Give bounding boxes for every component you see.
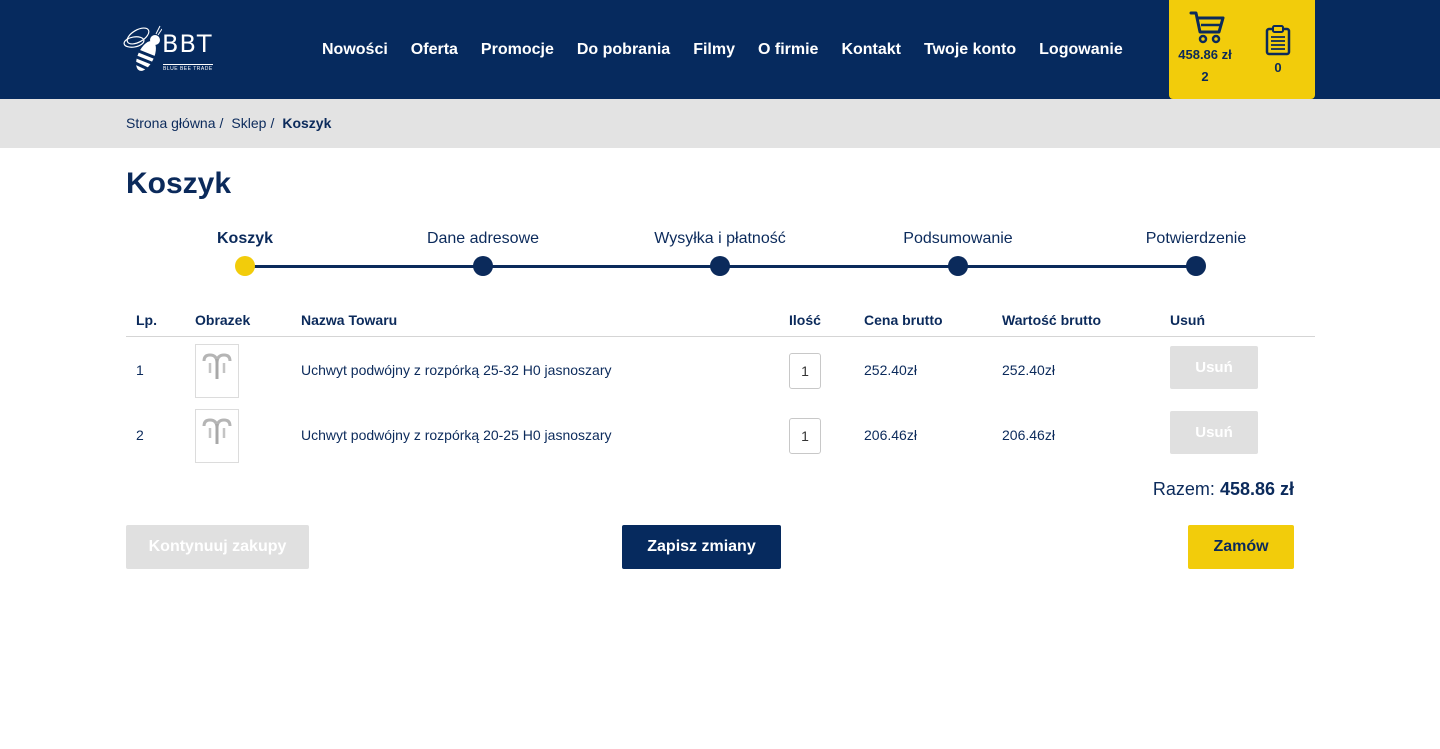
breadcrumb-home[interactable]: Strona główna bbox=[126, 115, 216, 131]
breadcrumb-shop[interactable]: Sklep bbox=[231, 115, 266, 131]
breadcrumb-current: Koszyk bbox=[282, 115, 332, 131]
cart-total-summary: Razem: 458.86 zł bbox=[1100, 479, 1294, 500]
step-dot bbox=[473, 256, 493, 276]
breadcrumb-bar: Strona główna / Sklep / Koszyk bbox=[0, 99, 1440, 148]
logo-subtitle: BLUE BEE TRADE bbox=[163, 64, 213, 72]
save-changes-button[interactable]: Zapisz zmiany bbox=[622, 525, 781, 569]
cart-widget: 458.86 zł 2 0 bbox=[1169, 0, 1315, 99]
step-label: Dane adresowe bbox=[426, 230, 540, 247]
breadcrumb-separator: / bbox=[219, 115, 224, 131]
header-ilosc: Ilość bbox=[789, 312, 821, 328]
price-brutto: 206.46zł bbox=[864, 427, 917, 443]
step-potwierdzenie: Potwierdzenie bbox=[1096, 228, 1296, 276]
row-number: 2 bbox=[136, 427, 144, 443]
header-nazwa: Nazwa Towaru bbox=[301, 312, 398, 328]
clipboard-icon[interactable] bbox=[1265, 24, 1291, 56]
product-thumbnail[interactable] bbox=[195, 409, 239, 463]
product-name[interactable]: Uchwyt podwójny z rozpórką 25-32 H0 jasn… bbox=[301, 362, 611, 378]
site-header: BBT BLUE BEE TRADE Nowości Oferta Promoc… bbox=[0, 0, 1440, 99]
remove-button[interactable]: Usuń bbox=[1170, 346, 1258, 389]
row-number: 1 bbox=[136, 362, 144, 378]
nav-item-logowanie[interactable]: Logowanie bbox=[1039, 40, 1123, 60]
table-header: Lp. Obrazek Nazwa Towaru Ilość Cena brut… bbox=[126, 304, 1315, 337]
price-brutto: 252.40zł bbox=[864, 362, 917, 378]
main-nav: Nowości Oferta Promocje Do pobrania Film… bbox=[322, 40, 1146, 60]
nav-item-promocje[interactable]: Promocje bbox=[481, 40, 554, 60]
continue-shopping-button[interactable]: Kontynuuj zakupy bbox=[126, 525, 309, 569]
step-wysylka-platnosc: Wysyłka i płatność bbox=[620, 228, 820, 276]
table-row: 2 Uchwyt podwójny z rozpórką 20-25 H0 ja… bbox=[126, 402, 1315, 467]
value-brutto: 252.40zł bbox=[1002, 362, 1055, 378]
checkout-steps: Koszyk Dane adresowe Wysyłka i płatność … bbox=[0, 228, 1440, 288]
clipboard-count: 0 bbox=[1274, 60, 1282, 75]
cart-table: Lp. Obrazek Nazwa Towaru Ilość Cena brut… bbox=[126, 304, 1315, 467]
step-dane-adresowe: Dane adresowe bbox=[383, 228, 583, 276]
step-dot-active bbox=[235, 256, 255, 276]
nav-item-do-pobrania[interactable]: Do pobrania bbox=[577, 40, 670, 60]
header-lp: Lp. bbox=[136, 312, 157, 328]
value-brutto: 206.46zł bbox=[1002, 427, 1055, 443]
header-usun: Usuń bbox=[1170, 312, 1205, 328]
total-label: Razem: bbox=[1152, 479, 1215, 499]
header-wartosc: Wartość brutto bbox=[1002, 312, 1102, 328]
holder-product-icon bbox=[202, 418, 232, 444]
total-value: 458.86 zł bbox=[1219, 479, 1294, 499]
step-dot bbox=[1186, 256, 1206, 276]
step-dot bbox=[948, 256, 968, 276]
product-thumbnail[interactable] bbox=[195, 344, 239, 398]
nav-item-nowosci[interactable]: Nowości bbox=[322, 40, 388, 60]
step-label: Koszyk bbox=[216, 230, 274, 247]
order-button[interactable]: Zamów bbox=[1188, 525, 1294, 569]
step-koszyk: Koszyk bbox=[145, 228, 345, 276]
bbt-logo[interactable]: BBT BLUE BEE TRADE bbox=[122, 20, 222, 78]
nav-item-kontakt[interactable]: Kontakt bbox=[841, 40, 901, 60]
remove-button[interactable]: Usuń bbox=[1170, 411, 1258, 454]
nav-item-twoje-konto[interactable]: Twoje konto bbox=[924, 40, 1016, 60]
header-obrazek: Obrazek bbox=[195, 312, 251, 328]
nav-item-oferta[interactable]: Oferta bbox=[411, 40, 458, 60]
nav-item-o-firmie[interactable]: O firmie bbox=[758, 40, 818, 60]
step-label: Potwierdzenie bbox=[1145, 230, 1247, 247]
table-row: 1 Uchwyt podwójny z rozpórką 25-32 H0 ja… bbox=[126, 337, 1315, 402]
page-title: Koszyk bbox=[126, 167, 232, 200]
cart-count: 2 bbox=[1201, 69, 1209, 84]
breadcrumb: Strona główna / Sklep / Koszyk bbox=[126, 115, 331, 131]
breadcrumb-separator: / bbox=[270, 115, 275, 131]
cart-total: 458.86 zł bbox=[1178, 47, 1232, 62]
step-label: Wysyłka i płatność bbox=[654, 230, 786, 247]
product-name[interactable]: Uchwyt podwójny z rozpórką 20-25 H0 jasn… bbox=[301, 427, 611, 443]
bee-logo-icon bbox=[123, 25, 162, 72]
nav-item-filmy[interactable]: Filmy bbox=[693, 40, 735, 60]
quantity-input[interactable]: 1 bbox=[789, 353, 821, 389]
logo-text: BBT bbox=[162, 30, 213, 58]
header-cena: Cena brutto bbox=[864, 312, 943, 328]
step-podsumowanie: Podsumowanie bbox=[858, 228, 1058, 276]
holder-product-icon bbox=[202, 353, 232, 379]
shopping-cart-icon[interactable] bbox=[1189, 10, 1225, 44]
quantity-input[interactable]: 1 bbox=[789, 418, 821, 454]
step-dot bbox=[710, 256, 730, 276]
step-label: Podsumowanie bbox=[903, 230, 1013, 247]
